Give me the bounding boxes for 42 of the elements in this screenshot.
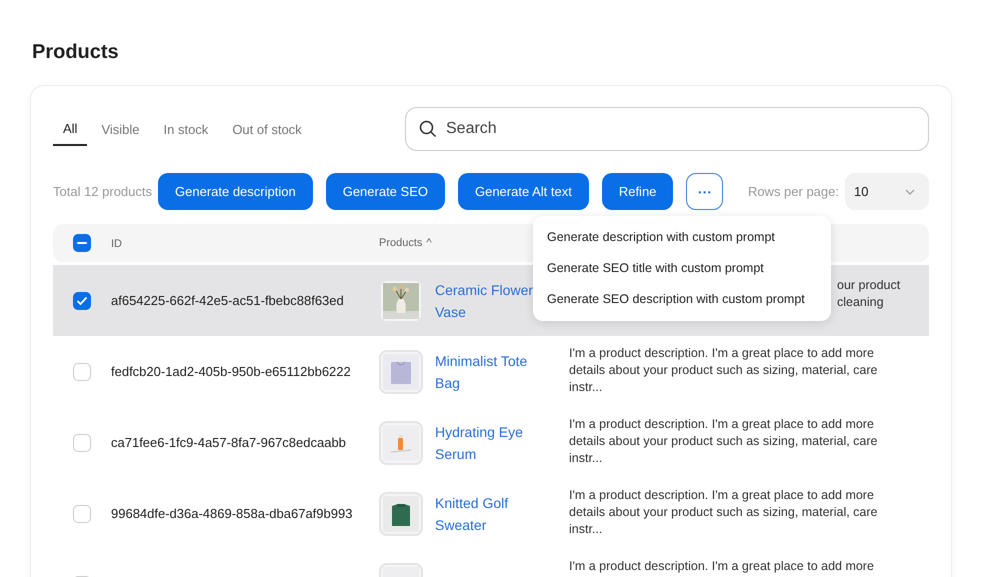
product-link[interactable]: Knitted Golf Sweater [435,492,545,536]
action-button[interactable]: Generate SEO [326,173,445,210]
id-cell: af654225-662f-42e5-ac51-fbebc88f63ed [111,292,344,308]
action-button[interactable]: Refine [602,173,674,210]
search-icon [419,120,437,138]
product-count: Total 12 products [53,184,152,199]
product-description: I'm a product description. I'm a great place to add more details about your product such as sizing, material, care instr... [569,345,878,396]
id-cell: fedfcb20-1ad2-405b-950b-e65112bb6222 [111,364,351,378]
product-description: I'm a product description. I'm a great place to add more details about your product such as sizing, material, care instr... [569,487,878,538]
rows-per-page-select[interactable]: 10 [845,173,929,210]
product-description: our product [837,277,900,294]
column-header[interactable]: Products [379,237,422,249]
more-button[interactable]: ··· [686,173,724,210]
product-link[interactable]: Hydrating Eye Serum [435,420,545,464]
sort-icon[interactable]: ^ [426,237,432,249]
filter-tab[interactable]: Visible [91,112,150,146]
chevron-down-icon [905,188,915,194]
filter-tab[interactable]: Out of stock [222,112,312,146]
table-row[interactable]: ca71fee6-1fc9-4a57-8fa7-967c8edcaabb Hydrating Eye Serum I'm a product description. I'm a great place to add more details about your product such as sizing, material, care instr... [53,407,929,478]
page-title: Products [31,40,120,65]
check-icon [76,296,88,306]
id-cell: 99684dfe-d36a-4869-858a-dba67af9b993 [111,506,352,520]
id-cell: ca71fee6-1fc9-4a57-8fa7-967c8edcaabb [111,434,346,450]
product-description: I'm a product description. I'm a great place to add more [569,558,875,575]
menu-item[interactable]: Generate SEO description with custom prompt [533,284,831,315]
action-button[interactable]: Generate Alt text [458,173,589,210]
table-row[interactable]: 99684dfe-d36a-4869-858a-dba67af9b993 Knitted Golf Sweater I'm a product description. I'm a great place to add more details about your product such as sizing, material, care instr... [53,478,929,549]
select-all-checkbox[interactable] [73,234,91,252]
search-field[interactable]: Search [405,107,929,151]
column-header: ID [111,238,122,250]
row-checkbox[interactable] [73,292,91,310]
rows-per-page-label: Rows per page: [748,184,839,199]
filter-tab[interactable]: All [53,112,88,146]
product-description: I'm a product description. I'm a great place to add more details about your product such as sizing, material, care instr... [569,416,878,467]
table-row[interactable]: fedfcb20-1ad2-405b-950b-e65112bb6222 Minimalist Tote Bag I'm a product description. I'm a great place to add more details about your product such as sizing, material, care instr... [53,336,929,407]
product-link[interactable]: Minimalist Tote Bag [435,350,545,394]
menu-item[interactable]: Generate description with custom prompt [533,222,831,253]
minus-icon [77,242,87,244]
action-button[interactable]: Generate description [158,173,313,210]
filter-tab[interactable]: In stock [154,112,218,146]
table-row[interactable]: I'm a product description. I'm a great place to add more [53,549,929,577]
product-description: cleaning [837,294,884,311]
